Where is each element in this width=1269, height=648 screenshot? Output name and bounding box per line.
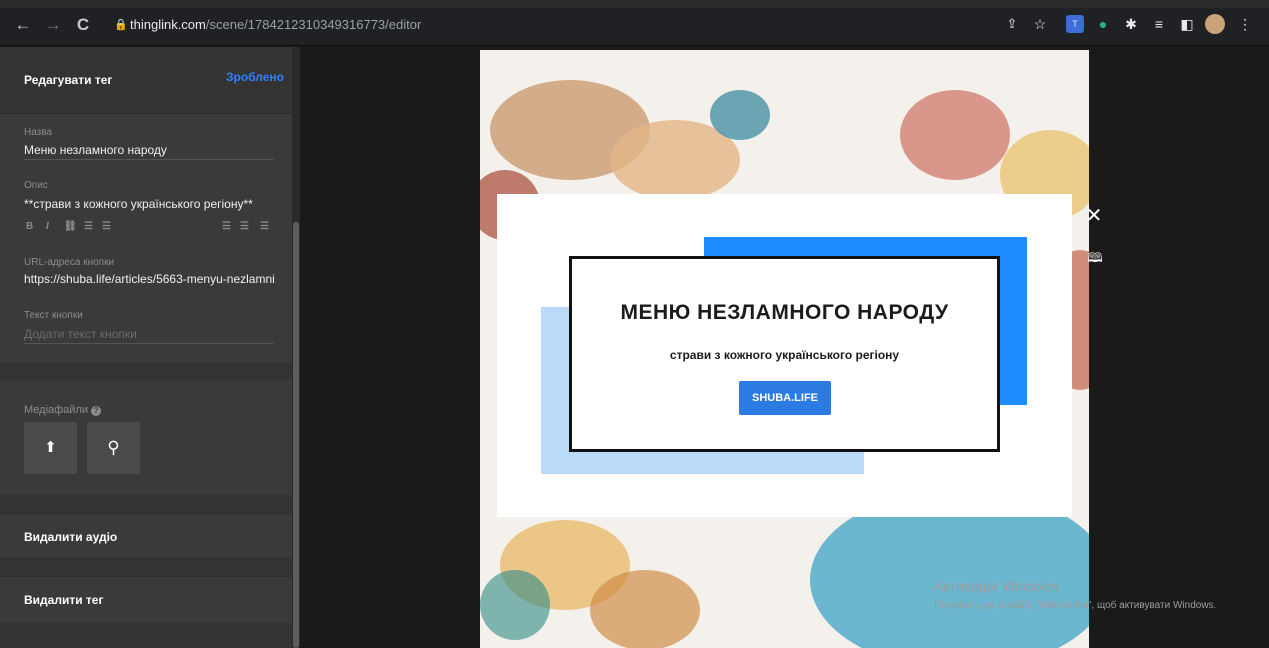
- link-icon[interactable]: ⛓: [64, 221, 77, 232]
- panel-scrollbar-thumb[interactable]: [293, 222, 299, 648]
- section-divider: [0, 495, 292, 513]
- bullet-list-icon[interactable]: ☰: [102, 221, 111, 232]
- url-host: thinglink.com: [130, 17, 206, 32]
- remove-audio-label: Видалити аудіо: [24, 530, 118, 544]
- tag-preview-card: МЕНЮ НЕЗЛАМНОГО НАРОДУ страви з кожного …: [497, 194, 1072, 517]
- card-content-frame: МЕНЮ НЕЗЛАМНОГО НАРОДУ страви з кожного …: [569, 256, 1000, 452]
- description-label: Опис: [24, 180, 48, 191]
- button-text-label: Текст кнопки: [24, 310, 83, 321]
- name-label: Назва: [24, 127, 53, 138]
- search-media-button[interactable]: ⚲: [87, 422, 140, 474]
- close-icon[interactable]: ✕: [1083, 205, 1105, 227]
- tab-strip: [0, 0, 1269, 8]
- remove-audio-button[interactable]: Видалити аудіо: [0, 513, 292, 558]
- share-icon[interactable]: ⇪: [1003, 15, 1021, 33]
- side-panel-icon[interactable]: ◧: [1178, 15, 1196, 33]
- translate-extension-icon[interactable]: T: [1066, 15, 1084, 33]
- align-left-icon[interactable]: ☰: [222, 221, 231, 232]
- button-text-underline: [24, 343, 274, 344]
- lock-icon: 🔒: [114, 19, 128, 31]
- forward-button[interactable]: →: [42, 14, 64, 36]
- food-illustration: [590, 570, 700, 648]
- align-center-icon[interactable]: ☰: [240, 221, 249, 232]
- done-button[interactable]: Зроблено: [226, 70, 284, 84]
- audio-icon[interactable]: 🕮: [1085, 248, 1105, 268]
- remove-tag-label: Видалити тег: [24, 593, 104, 607]
- upload-media-button[interactable]: ⬆: [24, 422, 77, 474]
- profile-avatar[interactable]: [1205, 14, 1225, 34]
- section-divider: [0, 623, 292, 648]
- panel-header: Редагувати тег Зроблено: [0, 47, 292, 114]
- menu-kebab-icon[interactable]: ⋮: [1236, 15, 1254, 33]
- card-subtitle: страви з кожного українського регіону: [669, 348, 900, 362]
- section-divider: [0, 362, 292, 380]
- bold-icon[interactable]: B: [26, 221, 33, 232]
- ordered-list-icon[interactable]: ☰: [84, 221, 93, 232]
- name-input[interactable]: Меню незламного народу: [24, 143, 276, 157]
- green-extension-icon[interactable]: ●: [1094, 15, 1112, 33]
- panel-title: Редагувати тег: [24, 73, 113, 87]
- reading-list-icon[interactable]: ≡: [1150, 15, 1168, 33]
- windows-activation-hint: Перейдіть до розділу "Настройки", щоб ак…: [934, 600, 1217, 611]
- upload-icon: ⬆: [44, 439, 57, 456]
- help-icon[interactable]: ?: [91, 406, 102, 416]
- button-text-input[interactable]: Додати текст кнопки: [24, 327, 276, 341]
- card-link-button[interactable]: SHUBA.LIFE: [739, 381, 831, 415]
- description-input[interactable]: **страви з кожного українського регіону*…: [24, 197, 276, 211]
- food-illustration: [480, 570, 550, 640]
- food-illustration: [900, 90, 1010, 180]
- search-icon: ⚲: [107, 438, 120, 457]
- extensions-puzzle-icon[interactable]: ✱: [1122, 15, 1140, 33]
- edit-tag-panel: Редагувати тег Зроблено Назва Меню незла…: [0, 47, 300, 648]
- back-button[interactable]: ←: [12, 14, 34, 36]
- name-underline: [24, 159, 274, 160]
- food-illustration: [710, 90, 770, 140]
- card-title: МЕНЮ НЕЗЛАМНОГО НАРОДУ: [620, 301, 949, 324]
- section-divider: [0, 558, 292, 576]
- remove-tag-button[interactable]: Видалити тег: [0, 576, 292, 621]
- italic-icon[interactable]: I: [46, 221, 49, 232]
- url-path: /scene/1784212310349316773/editor: [205, 17, 422, 32]
- button-url-label: URL-адреса кнопки: [24, 257, 115, 268]
- bookmark-star-icon[interactable]: ☆: [1031, 15, 1049, 33]
- button-url-input[interactable]: https://shuba.life/articles/5663-menyu-n…: [24, 272, 276, 286]
- browser-toolbar: ← → C 🔒 thinglink.com/scene/178421231034…: [0, 0, 1269, 46]
- media-label: Медіафайли ?: [24, 404, 102, 416]
- reload-button[interactable]: C: [72, 14, 94, 36]
- address-bar[interactable]: 🔒 thinglink.com/scene/178421231034931677…: [104, 14, 1104, 36]
- align-right-icon[interactable]: ☰: [260, 221, 269, 232]
- windows-activation-title: Активація Windows: [934, 578, 1059, 594]
